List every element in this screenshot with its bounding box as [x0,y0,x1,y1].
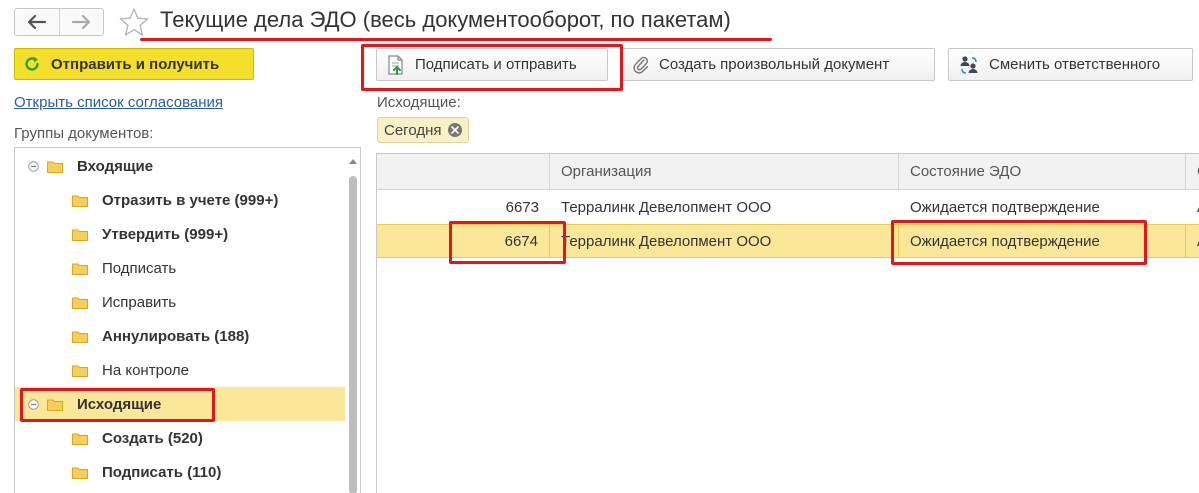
column-header-edo-status[interactable]: Состояние ЭДО [899,154,1186,189]
filter-chip-label: Сегодня [384,121,442,139]
folder-icon [72,364,88,377]
folder-icon [72,194,88,207]
annotation-underline [140,38,772,41]
tree-item-label: Создать (520) [102,429,203,447]
tree-item-row[interactable]: Подписать (110) [15,455,345,489]
document-groups-label: Группы документов: [14,125,154,142]
arrow-right-icon [72,15,91,29]
send-receive-label: Отправить и получить [51,55,220,73]
tree-item-row[interactable]: Подписать [15,251,345,285]
tree-item-label: Входящие [77,157,154,175]
table-row[interactable]: 6674 Терралинк Девелопмент ООО Ожидается п… [377,224,1199,258]
forward-button[interactable] [58,9,104,35]
cell-edo-status: Ожидается подтверждение [910,198,1100,216]
create-arbitrary-document-button[interactable]: Создать произвольный документ [622,48,935,81]
cell-extra: А [1186,225,1199,257]
tree-item-row[interactable]: На контроле [15,353,345,387]
favorite-star-icon[interactable] [118,7,150,41]
documents-table: Организация Состояние ЭДО С 6673 Терралин… [376,153,1199,493]
table-row[interactable]: 6673 Терралинк Девелопмент ООО Ожидается п… [377,190,1199,224]
tree-item-label: Утвердить (999+) [102,225,229,243]
send-receive-button[interactable]: Отправить и получить [14,48,254,80]
folder-icon [72,330,88,343]
cell-extra: А [1186,190,1199,224]
cell-number: 6674 [377,225,550,257]
filter-chip-today: Сегодня [377,117,469,143]
tree-item-label: Отразить в учете (999+) [102,191,279,209]
tree-group-row[interactable]: Входящие [15,149,345,183]
remove-filter-icon[interactable] [447,123,462,137]
folder-icon [72,296,88,309]
document-sign-icon [387,54,405,75]
change-responsible-button[interactable]: Сменить ответственного [948,48,1193,81]
sign-and-send-label: Подписать и отправить [415,56,577,73]
column-header-organization[interactable]: Организация [550,154,899,189]
create-arbitrary-document-label: Создать произвольный документ [659,56,890,73]
tree-item-label: Исправить [102,293,177,311]
tree-scrollbar[interactable] [346,148,360,493]
collapse-icon[interactable] [27,398,39,410]
column-header-number[interactable] [377,154,550,189]
folder-icon [72,228,88,241]
tree-item-label: Подписать (110) [102,463,222,481]
folder-icon [47,398,63,411]
collapse-icon[interactable] [27,160,39,172]
tree-item-row[interactable]: Отразить в учете (999+) [15,183,345,217]
paperclip-icon [633,56,649,74]
tree-item-row[interactable]: Утвердить (999+) [15,217,345,251]
folder-icon [72,432,88,445]
tree-item-row[interactable]: Аннулировать (188) [15,319,345,353]
arrow-left-icon [27,15,46,29]
open-approval-list-link[interactable]: Открыть список согласования [14,94,223,111]
scroll-up-icon[interactable] [348,156,358,166]
document-groups-tree: Входящие Отразить в учете (999+) Утвердить… [14,147,361,493]
tree-item-label: Аннулировать (188) [102,327,250,345]
outgoing-filter-label: Исходящие: [377,94,461,111]
cell-organization: Терралинк Девелопмент ООО [550,225,899,257]
refresh-icon [23,55,41,73]
sign-and-send-button[interactable]: Подписать и отправить [376,48,608,81]
tree-item-row[interactable]: Создать (520) [15,421,345,455]
cell-edo-status: Ожидается подтверждение [899,225,1186,257]
change-responsible-label: Сменить ответственного [989,56,1161,73]
page-title: Текущие дела ЭДО (весь документооборот, … [160,7,731,32]
folder-icon [47,160,63,173]
scrollbar-thumb[interactable] [349,176,357,493]
table-header: Организация Состояние ЭДО С [377,154,1199,190]
tree-group-row[interactable]: Исходящие [15,387,345,421]
tree-item-label: Исходящие [77,395,162,413]
change-responsible-icon [959,55,979,75]
tree-item-label: На контроле [102,361,190,379]
folder-icon [72,466,88,479]
tree-item-label: Подписать [102,259,177,277]
column-header-extra[interactable]: С [1186,154,1199,189]
cell-number: 6673 [505,198,539,216]
cell-organization: Терралинк Девелопмент ООО [561,198,772,216]
back-button[interactable] [15,9,59,35]
tree-item-row[interactable]: Исправить [15,285,345,319]
folder-icon [72,262,88,275]
navigation-buttons [14,8,104,36]
